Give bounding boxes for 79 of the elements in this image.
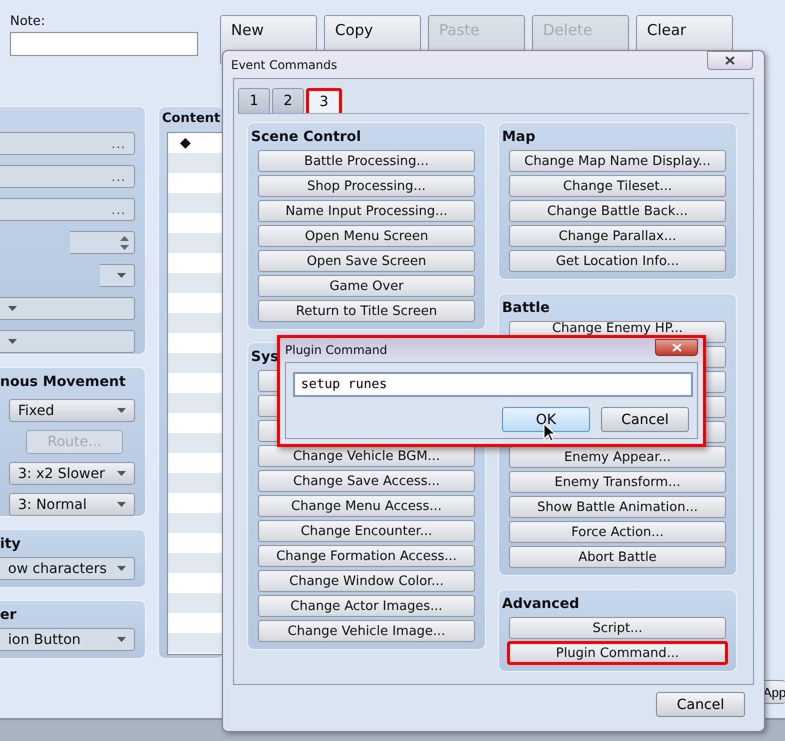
command-button[interactable]: Change Save Access... (258, 470, 475, 492)
ellipsis-text: ... (112, 136, 126, 150)
cancel-button[interactable]: Cancel (601, 407, 689, 432)
command-button[interactable]: Battle Processing... (258, 150, 475, 172)
caret-icon (117, 637, 126, 642)
command-button[interactable]: Change Actor Images... (258, 595, 475, 617)
dropdown[interactable]: Fixed (9, 399, 135, 422)
command-button[interactable]: Enemy Transform... (509, 471, 726, 493)
section-title: ity (0, 535, 21, 553)
command-button[interactable]: Show Battle Animation... (509, 496, 726, 518)
note-field[interactable] (10, 32, 198, 56)
tab[interactable]: 3 (306, 88, 342, 113)
command-button[interactable]: Change Vehicle BGM... (258, 445, 475, 467)
command-button[interactable]: Change Tileset... (509, 175, 726, 197)
dropdown-value: 3: Normal (18, 496, 87, 512)
group-title: Map (502, 128, 536, 146)
command-button[interactable]: Change Encounter... (258, 520, 475, 542)
command-button[interactable]: Change Vehicle Image... (258, 620, 475, 642)
dropdown-value: ion Button (8, 632, 81, 648)
command-marker: ◆ (180, 134, 191, 152)
cancel-button[interactable]: Cancel (656, 692, 745, 717)
group-title: Advanced (502, 595, 580, 613)
picker-field[interactable]: ... (0, 198, 135, 221)
command-button[interactable]: Change Battle Back... (509, 200, 726, 222)
dropdown[interactable]: ow characters (0, 557, 135, 580)
caret-icon (117, 502, 126, 507)
tab[interactable]: 2 (272, 88, 304, 113)
command-button[interactable]: Change Formation Access... (258, 545, 475, 567)
caret-icon (8, 339, 17, 344)
command-button[interactable]: Abort Battle (509, 546, 726, 568)
group-title: Battle (502, 299, 550, 317)
group-title: Sys (251, 348, 279, 366)
command-input[interactable]: setup runes (293, 372, 693, 397)
dropdown[interactable]: ion Button (0, 628, 135, 651)
close-button[interactable] (655, 338, 698, 356)
note-label: Note: (10, 14, 46, 29)
caret-icon (117, 566, 126, 571)
number-spinner[interactable] (70, 231, 135, 254)
close-icon (672, 342, 682, 352)
command-button[interactable]: Game Over (258, 275, 475, 297)
section-title: er (0, 606, 16, 624)
command-button[interactable]: Change Parallax... (509, 225, 726, 247)
mouse-cursor-icon (543, 423, 556, 442)
command-button[interactable]: Change Menu Access... (258, 495, 475, 517)
command-button[interactable]: Plugin Command... (507, 641, 728, 665)
picker-field[interactable]: ... (0, 165, 135, 188)
dropdown-value: ow characters (8, 560, 107, 576)
command-button[interactable]: Open Menu Screen (258, 225, 475, 247)
command-button[interactable]: Name Input Processing... (258, 200, 475, 222)
group-title: Scene Control (251, 128, 362, 146)
command-button[interactable]: Get Location Info... (509, 250, 726, 272)
command-button[interactable]: Enemy Appear... (509, 446, 726, 468)
command-button[interactable]: Shop Processing... (258, 175, 475, 197)
dropdown[interactable]: 3: Normal (9, 493, 135, 516)
window-title: Plugin Command (285, 343, 388, 357)
spinner-arrows-icon (120, 234, 129, 250)
ellipsis-text: ... (112, 170, 126, 184)
dropdown-value: Fixed (18, 402, 54, 418)
dropdown[interactable]: 3: x2 Slower (9, 462, 135, 485)
close-button[interactable] (707, 51, 753, 70)
tab[interactable]: 1 (238, 88, 270, 113)
section-title: Content (162, 110, 222, 128)
close-icon (725, 56, 735, 65)
caret-icon (117, 273, 126, 278)
command-button[interactable]: Return to Title Screen (258, 300, 475, 322)
caret-icon (117, 471, 126, 476)
command-button[interactable]: Change Window Color... (258, 570, 475, 592)
ellipsis-text: ... (112, 202, 126, 216)
ok-button[interactable]: OK (502, 407, 590, 432)
caret-icon (117, 408, 126, 413)
section-title: nous Movement (0, 373, 126, 391)
caret-icon (8, 306, 17, 311)
dropdown-value: 3: x2 Slower (18, 466, 105, 482)
picker-field[interactable]: ... (0, 132, 135, 155)
command-button[interactable]: Force Action... (509, 521, 726, 543)
command-button[interactable]: Change Map Name Display... (509, 150, 726, 172)
command-button[interactable]: Open Save Screen (258, 250, 475, 272)
command-button[interactable]: Script... (509, 617, 726, 639)
dropdown[interactable] (100, 264, 135, 287)
